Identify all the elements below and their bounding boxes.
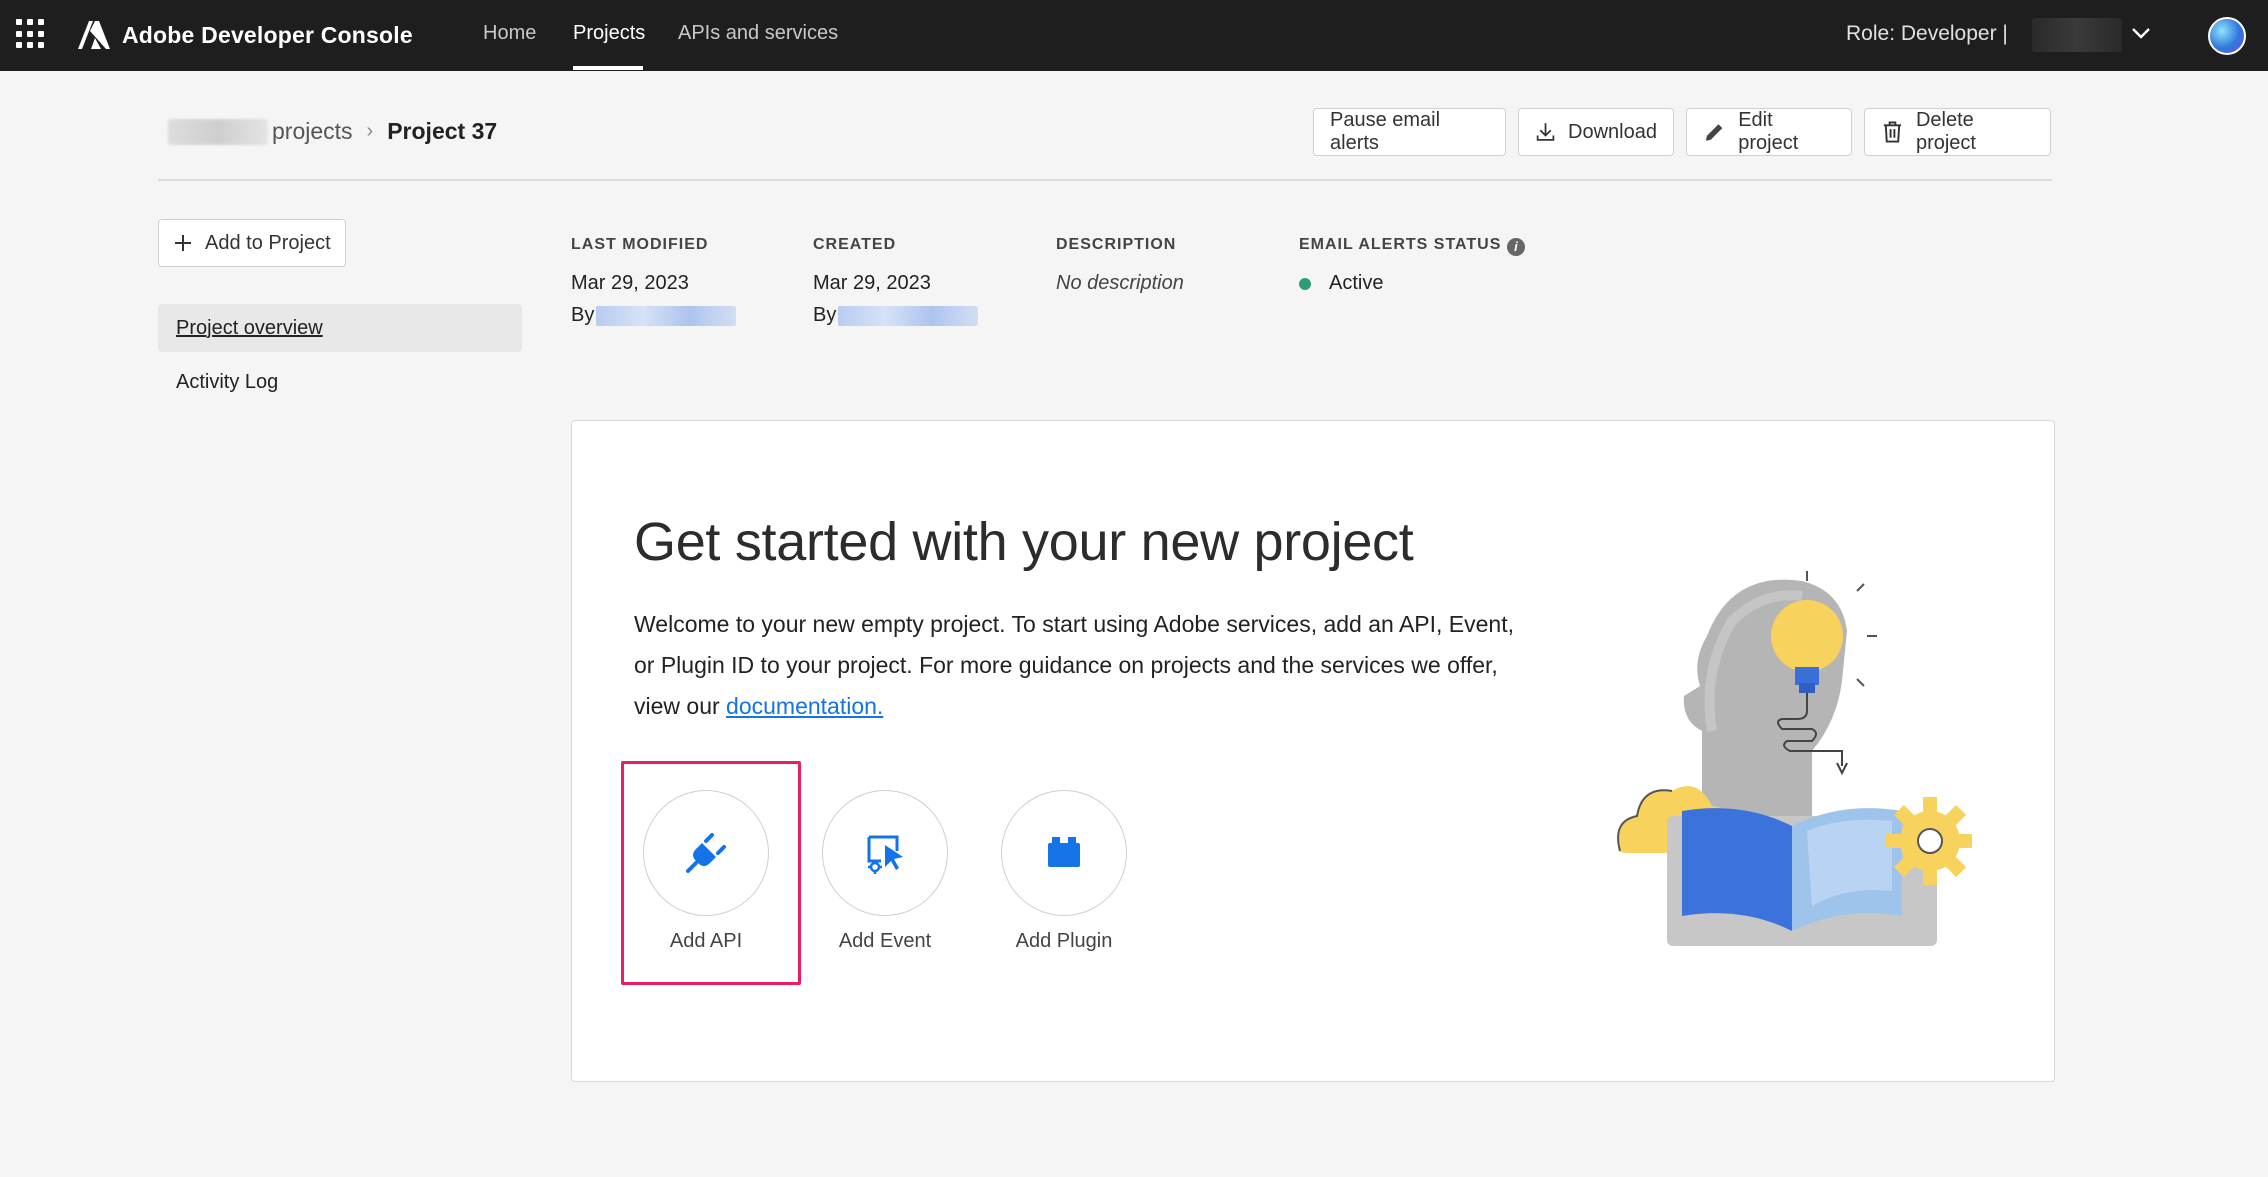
pause-email-alerts-label: Pause email alerts: [1330, 109, 1441, 154]
plug-icon: [686, 833, 726, 873]
nav-apis-and-services[interactable]: APIs and services: [678, 22, 838, 45]
nav-projects[interactable]: Projects: [573, 22, 645, 45]
breadcrumb-current: Project 37: [387, 118, 498, 144]
delete-project-label: Delete project: [1915, 109, 1976, 154]
role-label: Role: Developer |: [1846, 22, 2008, 45]
pencil-icon: [1705, 124, 1723, 141]
add-plugin-circle[interactable]: [1001, 790, 1127, 916]
email-alerts-status-label: EMAIL ALERTS STATUS i: [1299, 236, 1526, 256]
download-button[interactable]: Download: [1518, 108, 1674, 156]
breadcrumb: projects › Project 37: [168, 118, 497, 145]
add-plugin-label: Add Plugin: [1015, 930, 1113, 952]
user-avatar[interactable]: [2208, 17, 2246, 55]
last-modified-user-redacted: [596, 305, 737, 326]
last-modified-by: By: [571, 304, 737, 327]
download-icon: [1536, 123, 1555, 141]
last-modified-by-prefix: By: [571, 304, 595, 326]
brand[interactable]: Adobe Developer Console: [78, 20, 413, 50]
add-event-label: Add Event: [838, 930, 932, 952]
add-to-project-label: Add to Project: [205, 231, 331, 254]
created-by: By: [813, 304, 979, 327]
add-to-project-button[interactable]: Add to Project: [158, 219, 346, 267]
add-event-circle[interactable]: [822, 790, 948, 916]
email-alerts-status-value: Active: [1329, 272, 1384, 294]
pause-email-alerts-button[interactable]: Pause email alerts: [1313, 108, 1506, 156]
get-started-card: Get started with your new project Welcom…: [571, 420, 2055, 1082]
event-icon: [867, 835, 903, 874]
org-selector-value[interactable]: [2032, 18, 2122, 52]
top-navigation-bar: Adobe Developer Console Home Projects AP…: [0, 0, 2268, 71]
last-modified-date: Mar 29, 2023: [571, 272, 689, 294]
description-value: No description: [1056, 272, 1184, 294]
created-user-redacted: [838, 305, 979, 326]
brand-title: Adobe Developer Console: [122, 21, 413, 48]
add-api-label: Add API: [669, 930, 743, 952]
org-name-redacted: [168, 118, 268, 145]
add-api-button[interactable]: Add API: [643, 790, 769, 952]
sidebar-item-activity-log[interactable]: Activity Log: [158, 358, 522, 406]
add-event-button[interactable]: Add Event: [822, 790, 948, 952]
nav-home[interactable]: Home: [483, 22, 536, 45]
email-alerts-status-text: EMAIL ALERTS STATUS: [1299, 236, 1502, 253]
adobe-logo-icon: [78, 21, 110, 49]
chevron-down-icon[interactable]: [2130, 22, 2152, 44]
documentation-link[interactable]: documentation.: [726, 693, 883, 719]
sidebar-item-label: Activity Log: [176, 370, 279, 393]
project-illustration: [1617, 571, 1972, 946]
header-divider: [158, 179, 2052, 181]
card-title: Get started with your new project: [634, 512, 1414, 572]
trash-icon: [1883, 121, 1902, 143]
add-api-circle[interactable]: [643, 790, 769, 916]
delete-project-button[interactable]: Delete project: [1864, 108, 2051, 156]
app-switcher-icon[interactable]: [16, 19, 46, 49]
breadcrumb-projects-link[interactable]: projects: [272, 118, 353, 145]
sidebar-item-label: Project overview: [176, 316, 323, 339]
created-label: CREATED: [813, 236, 897, 253]
last-modified-label: LAST MODIFIED: [571, 236, 709, 253]
edit-project-button[interactable]: Edit project: [1686, 108, 1852, 156]
card-description: Welcome to your new empty project. To st…: [634, 604, 1534, 727]
status-active-dot: [1299, 278, 1311, 290]
plus-icon: [175, 235, 191, 251]
download-label: Download: [1568, 120, 1657, 143]
plugin-icon: [1048, 837, 1080, 867]
active-tab-indicator: [573, 66, 643, 70]
breadcrumb-separator-icon: ›: [366, 120, 374, 142]
info-icon[interactable]: i: [1507, 238, 1526, 256]
edit-project-label: Edit project: [1738, 109, 1799, 154]
description-label: DESCRIPTION: [1056, 236, 1177, 253]
created-date: Mar 29, 2023: [813, 272, 931, 294]
add-plugin-button[interactable]: Add Plugin: [1001, 790, 1127, 952]
created-by-prefix: By: [813, 304, 837, 326]
sidebar-item-project-overview[interactable]: Project overview: [158, 304, 522, 352]
